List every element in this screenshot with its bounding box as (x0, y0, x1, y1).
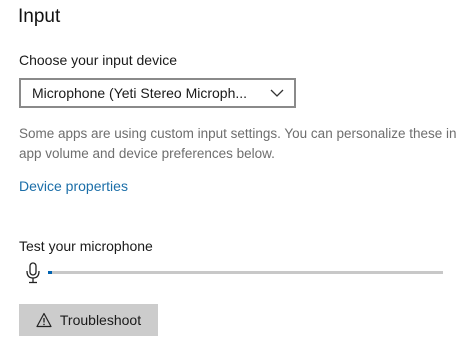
warning-icon (36, 312, 52, 328)
input-device-selected: Microphone (Yeti Stereo Microph... (32, 85, 248, 101)
microphone-icon (25, 262, 41, 284)
device-properties-link[interactable]: Device properties (19, 178, 128, 194)
custom-input-info: Some apps are using custom input setting… (19, 126, 457, 161)
microphone-level-fill (48, 271, 52, 274)
input-device-label: Choose your input device (19, 52, 177, 68)
microphone-level-meter (48, 271, 443, 274)
chevron-down-icon (268, 84, 286, 102)
test-microphone-label: Test your microphone (19, 238, 153, 254)
section-title: Input (18, 6, 61, 27)
troubleshoot-button[interactable]: Troubleshoot (19, 304, 158, 336)
troubleshoot-label: Troubleshoot (59, 312, 142, 328)
input-device-dropdown[interactable]: Microphone (Yeti Stereo Microph... (19, 78, 296, 108)
